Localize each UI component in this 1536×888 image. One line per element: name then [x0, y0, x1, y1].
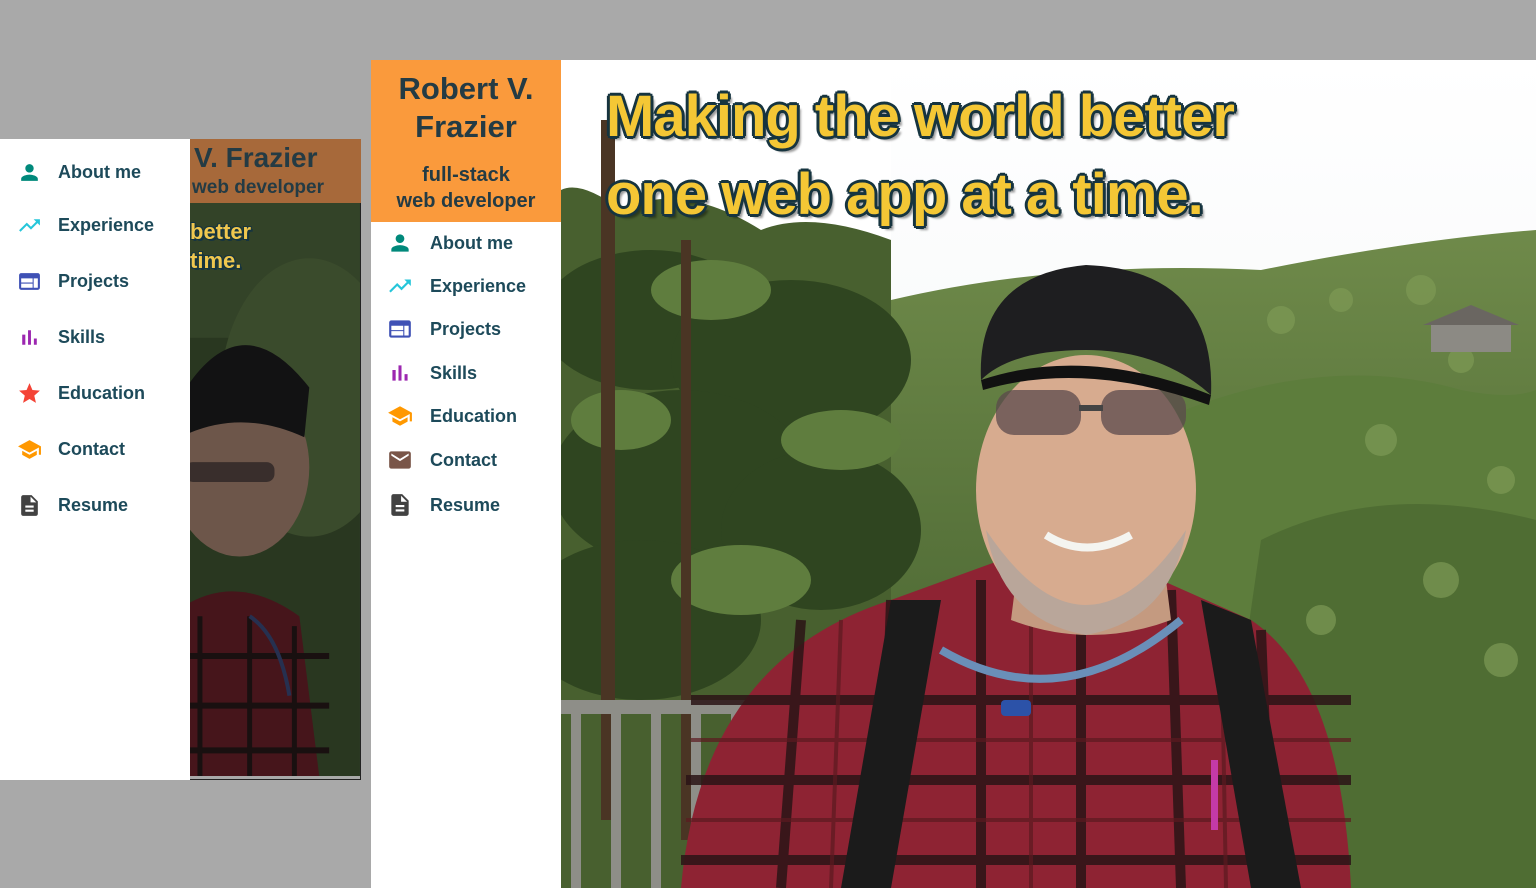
nav-label: Education [58, 382, 146, 403]
desktop-preview: Robert V. Frazier full-stack web develop… [371, 60, 1536, 888]
name-line1: Robert V. [398, 71, 534, 106]
document-icon [391, 494, 409, 516]
mobile-preview: V. Frazier web developer better time. Ab… [0, 139, 361, 780]
person-name: Robert V. Frazier [371, 70, 561, 146]
nav-label: Experience [58, 214, 155, 235]
hero-tagline-line2: one web app at a time. [606, 162, 1204, 227]
mobile-tagline: better time. [190, 217, 361, 275]
hero-tagline: Making the world better one web app at a… [606, 78, 1235, 234]
mobile-nav-resume[interactable]: Resume [17, 490, 128, 520]
sidebar-nav: About me Experience Projects Skills Educ… [371, 222, 561, 888]
mobile-nav-drawer: About me Experience Projects Skills Educ… [0, 139, 190, 780]
title-line1: full-stack [422, 164, 510, 186]
name-line2: Frazier [415, 109, 517, 144]
mobile-nav-education[interactable]: Education [17, 378, 145, 408]
sidebar-item-about[interactable]: About me [387, 228, 513, 258]
nav-label: About me [58, 161, 141, 182]
sidebar-item-projects[interactable]: Projects [387, 314, 501, 344]
sidebar-item-label: Resume [430, 494, 501, 515]
trending-up-icon [389, 279, 411, 293]
sidebar-item-skills[interactable]: Skills [387, 358, 477, 388]
sidebar-item-label: Skills [430, 362, 478, 383]
star-icon [19, 382, 40, 403]
person-icon [391, 234, 409, 252]
trending-up-icon [19, 218, 40, 232]
mail-icon [389, 451, 411, 469]
bar-chart-icon [392, 365, 408, 381]
mobile-nav-experience[interactable]: Experience [17, 210, 154, 240]
sidebar-item-label: Education [430, 405, 518, 426]
title-line2: web developer [396, 190, 536, 212]
bar-chart-icon [22, 329, 37, 345]
hero-section: Making the world better one web app at a… [561, 60, 1536, 888]
mobile-nav-projects[interactable]: Projects [17, 266, 129, 296]
sidebar-item-label: Contact [430, 449, 497, 470]
person-title: full-stack web developer [371, 162, 561, 214]
web-window-icon [389, 320, 411, 338]
sidebar-item-label: About me [430, 232, 513, 253]
sidebar-item-education[interactable]: Education [387, 401, 517, 431]
sidebar-item-experience[interactable]: Experience [387, 271, 526, 301]
mobile-name: V. Frazier [194, 142, 318, 173]
nav-label: Projects [58, 270, 130, 291]
sidebar-item-label: Experience [430, 275, 527, 296]
mobile-nav-contact[interactable]: Contact [17, 434, 125, 464]
brand-header: Robert V. Frazier full-stack web develop… [371, 60, 561, 222]
mobile-nav-about[interactable]: About me [17, 157, 141, 187]
person-icon [21, 163, 38, 181]
mobile-tagline-line2: time. [190, 248, 242, 273]
mobile-title: web developer [192, 177, 324, 198]
mobile-header: V. Frazier web developer [190, 139, 361, 203]
document-icon [21, 494, 38, 516]
sidebar-item-label: Projects [430, 318, 502, 339]
graduation-cap-icon [18, 439, 41, 459]
nav-label: Contact [58, 438, 125, 459]
sidebar-item-resume[interactable]: Resume [387, 490, 500, 520]
mobile-nav-skills[interactable]: Skills [17, 322, 105, 352]
web-window-icon [19, 272, 40, 290]
sidebar-item-contact[interactable]: Contact [387, 445, 497, 475]
hero-tagline-line1: Making the world better [606, 84, 1235, 149]
nav-label: Skills [58, 326, 106, 347]
graduation-cap-icon [388, 406, 412, 426]
mobile-tagline-line1: better [190, 219, 252, 244]
nav-label: Resume [58, 494, 129, 515]
